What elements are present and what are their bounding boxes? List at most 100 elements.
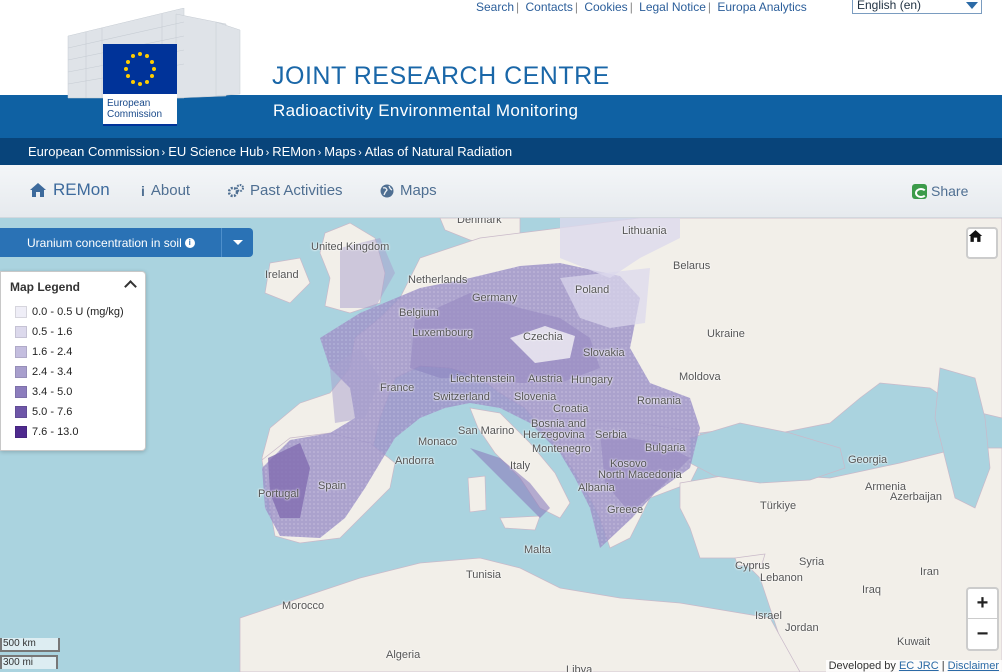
map-label-andorra: Andorra <box>395 455 435 467</box>
chevron-up-icon[interactable] <box>124 280 137 293</box>
zoom-in-button[interactable]: + <box>968 589 997 619</box>
nav-maps[interactable]: Maps <box>380 182 437 199</box>
map-label-monaco: Monaco <box>418 436 458 448</box>
nav-home-brand[interactable]: REMon <box>29 180 110 200</box>
map-label-algeria: Algeria <box>386 649 421 661</box>
map-label-czechia: Czechia <box>523 331 563 343</box>
chevron-down-icon[interactable] <box>221 228 253 257</box>
map-label-liechtenstein: Liechtenstein <box>450 373 515 385</box>
map-label-georgia: Georgia <box>848 454 888 466</box>
breadcrumb-bar: European Commission › EU Science Hub › REMon… <box>0 138 1002 165</box>
nav-maps-label: Maps <box>400 182 437 199</box>
zoom-control: + − <box>966 587 999 651</box>
map-label-north-macedonia: North Macedonia <box>598 469 682 481</box>
breadcrumb-item-remon[interactable]: REMon <box>272 144 315 159</box>
cookies-link[interactable]: Cookies <box>584 0 627 14</box>
contacts-link[interactable]: Contacts <box>526 0 573 14</box>
legend-item: 0.0 - 0.5 U (mg/kg) <box>15 306 124 318</box>
map-label-bulgaria: Bulgaria <box>645 442 686 454</box>
map-label-hungary: Hungary <box>571 374 613 386</box>
layer-selector-label: Uranium concentration in soil <box>27 235 182 250</box>
europa-analytics-link[interactable]: Europa Analytics <box>717 0 806 14</box>
language-select[interactable]: English (en) <box>852 0 982 14</box>
nav-about[interactable]: i About <box>141 182 190 199</box>
utility-links: Search | Contacts | Cookies | Legal Notice |… <box>476 0 807 14</box>
map-label-denmark: Denmark <box>457 218 502 226</box>
nav-past-activities-label: Past Activities <box>250 182 343 199</box>
map-label-germany: Germany <box>472 292 518 304</box>
map-label-malta: Malta <box>524 544 551 556</box>
layer-selector[interactable]: Uranium concentration in soil i <box>0 228 253 257</box>
legend-swatch <box>15 386 27 398</box>
legal-notice-link[interactable]: Legal Notice <box>639 0 706 14</box>
map-label-italy: Italy <box>510 460 531 472</box>
legend-item-label: 1.6 - 2.4 <box>32 346 73 358</box>
scale-bar-mi: 300 mi <box>0 655 58 669</box>
map-label-ukraine: Ukraine <box>707 328 745 340</box>
search-link[interactable]: Search <box>476 0 514 14</box>
map-label-united-kingdom: United Kingdom <box>311 241 390 253</box>
info-icon[interactable]: i <box>184 237 195 248</box>
map-label-greece: Greece <box>607 504 644 516</box>
zoom-out-button[interactable]: − <box>968 619 997 649</box>
nav-about-label: About <box>150 182 191 199</box>
legend-swatch <box>15 366 27 378</box>
map-label-romania: Romania <box>637 395 682 407</box>
map-view[interactable]: Denmark Lithuania United Kingdom Belarus… <box>0 218 1002 672</box>
legend-item-label: 0.0 - 0.5 U (mg/kg) <box>32 306 124 318</box>
map-label-kuwait: Kuwait <box>897 636 931 648</box>
map-label-albania: Albania <box>578 482 615 494</box>
map-label-belarus: Belarus <box>673 260 711 272</box>
legend-item: 7.6 - 13.0 <box>15 426 78 438</box>
breadcrumb-item-maps[interactable]: Maps <box>324 144 356 159</box>
european-commission-logo[interactable]: European Commission <box>66 8 242 130</box>
home-icon <box>30 183 46 197</box>
chevron-right-icon: › <box>265 147 270 159</box>
info-icon: i <box>141 182 145 199</box>
legend-item-label: 7.6 - 13.0 <box>32 426 79 438</box>
map-home-button[interactable] <box>966 227 998 259</box>
gears-icon <box>228 183 244 197</box>
nav-brand-label: REMon <box>53 180 110 199</box>
breadcrumb-item-atlas: Atlas of Natural Radiation <box>364 144 513 159</box>
map-label-portugal: Portugal <box>258 488 299 500</box>
map-label-croatia: Croatia <box>553 403 589 415</box>
site-subtitle: Radioactivity Environmental Monitoring <box>273 101 579 120</box>
legend-item: 3.4 - 5.0 <box>15 386 72 398</box>
main-navbar: REMon i About Past Activities Maps Share <box>0 165 1002 218</box>
breadcrumb-item-european-commission[interactable]: European Commission <box>28 144 160 159</box>
chevron-right-icon: › <box>161 147 166 159</box>
map-label-turkiye: Türkiye <box>760 500 797 512</box>
legend-item: 0.5 - 1.6 <box>15 326 72 338</box>
globe-icon <box>380 184 394 197</box>
map-label-syria: Syria <box>799 556 825 568</box>
map-label-france: France <box>380 382 415 394</box>
map-label-bosnia-2: Herzegovina <box>523 429 585 441</box>
legend-item-label: 3.4 - 5.0 <box>32 386 73 398</box>
attribution-separator: | <box>941 660 945 672</box>
attribution-prefix: Developed by <box>828 660 896 672</box>
map-label-israel: Israel <box>755 610 782 622</box>
language-select-value: English (en) <box>857 0 922 12</box>
breadcrumb-item-eu-science-hub[interactable]: EU Science Hub <box>168 144 263 159</box>
logo-text-line2: Commission <box>107 109 162 120</box>
share-button[interactable]: Share <box>912 183 968 199</box>
chevron-down-icon <box>966 2 978 9</box>
map-label-belgium: Belgium <box>399 307 439 319</box>
map-label-ireland: Ireland <box>265 269 299 281</box>
logo-text-line1: European <box>107 98 150 109</box>
share-icon <box>912 183 927 199</box>
legend-item-label: 0.5 - 1.6 <box>32 326 73 338</box>
map-basemap <box>239 218 1002 672</box>
disclaimer-link[interactable]: Disclaimer <box>948 660 999 672</box>
legend-item-label: 5.0 - 7.6 <box>32 406 73 418</box>
share-label: Share <box>931 183 969 199</box>
map-label-montenegro: Montenegro <box>532 443 591 455</box>
legend-item: 2.4 - 3.4 <box>15 366 72 378</box>
ec-jrc-link[interactable]: EC JRC <box>899 660 939 672</box>
map-label-slovakia: Slovakia <box>583 347 625 359</box>
chevron-right-icon: › <box>358 147 362 159</box>
nav-past-activities[interactable]: Past Activities <box>228 182 343 199</box>
map-label-jordan: Jordan <box>785 622 819 634</box>
map-label-switzerland: Switzerland <box>433 391 490 403</box>
